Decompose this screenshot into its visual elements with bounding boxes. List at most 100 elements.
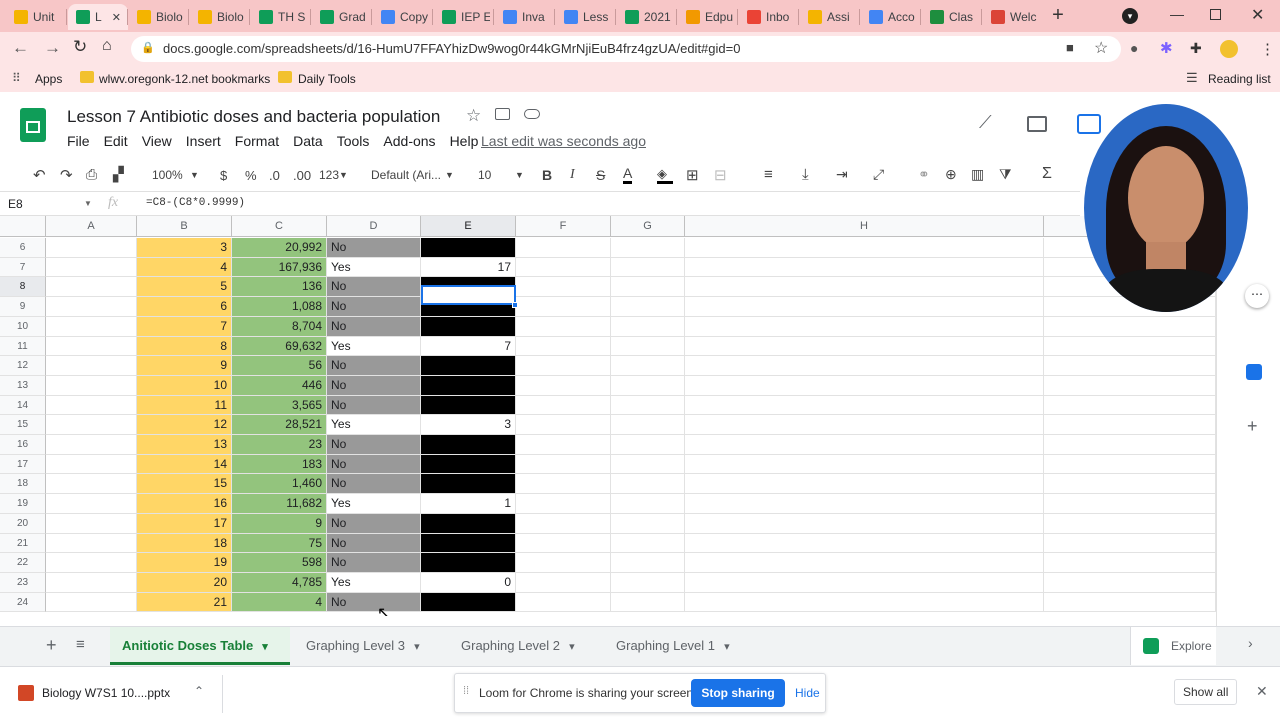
cell-e[interactable] bbox=[421, 317, 516, 337]
explore-button[interactable]: Explore bbox=[1130, 627, 1216, 665]
cell-d[interactable]: Yes bbox=[327, 415, 421, 435]
cell-h[interactable] bbox=[685, 435, 1044, 455]
trend-icon[interactable]: ⟋ bbox=[979, 112, 992, 133]
cell-d[interactable]: No bbox=[327, 593, 421, 612]
decrease-decimal-button[interactable]: .0 bbox=[269, 168, 280, 183]
cell-a[interactable] bbox=[46, 553, 137, 573]
row-header[interactable]: 8 bbox=[0, 277, 46, 297]
cell-d[interactable]: No bbox=[327, 435, 421, 455]
row-header[interactable]: 12 bbox=[0, 356, 46, 376]
menu-tools[interactable]: Tools bbox=[337, 133, 370, 149]
browser-tab[interactable]: Grad bbox=[312, 4, 368, 30]
cell-d[interactable]: No bbox=[327, 514, 421, 534]
row-header[interactable]: 17 bbox=[0, 455, 46, 474]
chart-icon[interactable]: ▥ bbox=[971, 166, 984, 183]
cell-b[interactable]: 3 bbox=[137, 238, 232, 258]
cell-g[interactable] bbox=[611, 494, 685, 514]
row-header[interactable]: 7 bbox=[0, 258, 46, 277]
cell-b[interactable]: 16 bbox=[137, 494, 232, 514]
paint-format-icon[interactable]: ▞ bbox=[113, 166, 124, 183]
cell-c[interactable]: 56 bbox=[232, 356, 327, 376]
row-header[interactable]: 15 bbox=[0, 415, 46, 435]
corner-cell[interactable] bbox=[0, 216, 46, 237]
cell-d[interactable]: Yes bbox=[327, 337, 421, 356]
row-header[interactable]: 14 bbox=[0, 396, 46, 415]
browser-tab[interactable]: Unit bbox=[6, 4, 62, 30]
cell-c[interactable]: 75 bbox=[232, 534, 327, 553]
currency-button[interactable]: $ bbox=[220, 168, 227, 183]
cell-i[interactable] bbox=[1044, 553, 1216, 573]
sheets-logo-icon[interactable] bbox=[20, 108, 46, 142]
cell-a[interactable] bbox=[46, 317, 137, 337]
browser-tab[interactable]: TH S bbox=[251, 4, 307, 30]
cell-g[interactable] bbox=[611, 297, 685, 317]
bookmark-star-icon[interactable]: ☆ bbox=[1094, 38, 1108, 58]
cell-a[interactable] bbox=[46, 238, 137, 258]
font-size-select[interactable]: 10 bbox=[478, 168, 491, 182]
browser-tab[interactable]: L ✕ bbox=[68, 4, 128, 30]
cell-b[interactable]: 17 bbox=[137, 514, 232, 534]
present-icon[interactable] bbox=[1077, 114, 1101, 134]
menu-help[interactable]: Help bbox=[450, 133, 479, 149]
bookmark-wlwv[interactable]: wlwv.oregonk-12.net bookmarks bbox=[99, 72, 270, 86]
browser-tab[interactable]: Inva bbox=[495, 4, 551, 30]
cell-h[interactable] bbox=[685, 573, 1044, 593]
cell-d[interactable]: No bbox=[327, 474, 421, 494]
cell-c[interactable]: 9 bbox=[232, 514, 327, 534]
functions-icon[interactable]: Σ bbox=[1042, 165, 1052, 183]
tasks-icon[interactable] bbox=[1246, 364, 1262, 380]
row-header[interactable]: 20 bbox=[0, 514, 46, 534]
puzzle-icon[interactable]: ✚ bbox=[1190, 40, 1202, 57]
undo-icon[interactable]: ↶ bbox=[33, 166, 46, 184]
browser-tab[interactable]: Welc bbox=[983, 4, 1039, 30]
menu-data[interactable]: Data bbox=[293, 133, 323, 149]
cell-a[interactable] bbox=[46, 514, 137, 534]
cell-g[interactable] bbox=[611, 593, 685, 612]
selected-cell-e8[interactable] bbox=[421, 285, 516, 305]
cell-b[interactable]: 9 bbox=[137, 356, 232, 376]
cell-e[interactable] bbox=[421, 238, 516, 258]
extension-icon[interactable]: ✱ bbox=[1160, 39, 1173, 57]
cell-f[interactable] bbox=[516, 435, 611, 455]
browser-tab[interactable]: Acco bbox=[861, 4, 917, 30]
cell-i[interactable] bbox=[1044, 376, 1216, 396]
bookmark-apps[interactable]: Apps bbox=[35, 72, 62, 86]
increase-decimal-button[interactable]: .00 bbox=[293, 168, 311, 183]
cell-i[interactable] bbox=[1044, 415, 1216, 435]
browser-tab[interactable]: Biolo bbox=[190, 4, 246, 30]
cell-i[interactable] bbox=[1044, 317, 1216, 337]
cell-g[interactable] bbox=[611, 553, 685, 573]
cell-h[interactable] bbox=[685, 396, 1044, 415]
merge-icon[interactable]: ⊟ bbox=[714, 166, 727, 184]
cell-h[interactable] bbox=[685, 238, 1044, 258]
sheet-tab[interactable]: Graphing Level 2 ▾ bbox=[449, 627, 599, 665]
cell-a[interactable] bbox=[46, 415, 137, 435]
cell-c[interactable]: 598 bbox=[232, 553, 327, 573]
cell-d[interactable]: No bbox=[327, 455, 421, 474]
column-header-b[interactable]: B bbox=[137, 216, 232, 237]
column-header-a[interactable]: A bbox=[46, 216, 137, 237]
fill-color-icon[interactable]: ◈ bbox=[657, 166, 673, 184]
cell-b[interactable]: 5 bbox=[137, 277, 232, 297]
cell-b[interactable]: 6 bbox=[137, 297, 232, 317]
move-icon[interactable] bbox=[495, 108, 510, 120]
menu-file[interactable]: File bbox=[67, 133, 90, 149]
cell-d[interactable]: No bbox=[327, 356, 421, 376]
column-header-d[interactable]: D bbox=[327, 216, 421, 237]
cell-e[interactable]: 0 bbox=[421, 573, 516, 593]
cell-b[interactable]: 21 bbox=[137, 593, 232, 612]
cell-a[interactable] bbox=[46, 494, 137, 514]
text-color-button[interactable]: A bbox=[623, 166, 633, 184]
cell-a[interactable] bbox=[46, 376, 137, 396]
wrap-icon[interactable]: ⇥ bbox=[836, 166, 848, 183]
drag-handle-icon[interactable]: ⁞⁞ bbox=[463, 685, 469, 697]
cell-h[interactable] bbox=[685, 514, 1044, 534]
address-bar[interactable]: 🔒 docs.google.com/spreadsheets/d/16-HumU… bbox=[131, 36, 1121, 62]
cell-e[interactable]: 7 bbox=[421, 337, 516, 356]
cell-d[interactable]: Yes bbox=[327, 573, 421, 593]
browser-tab[interactable]: IEP E bbox=[434, 4, 490, 30]
cell-h[interactable] bbox=[685, 415, 1044, 435]
row-header[interactable]: 9 bbox=[0, 297, 46, 317]
menu-format[interactable]: Format bbox=[235, 133, 279, 149]
cell-a[interactable] bbox=[46, 356, 137, 376]
